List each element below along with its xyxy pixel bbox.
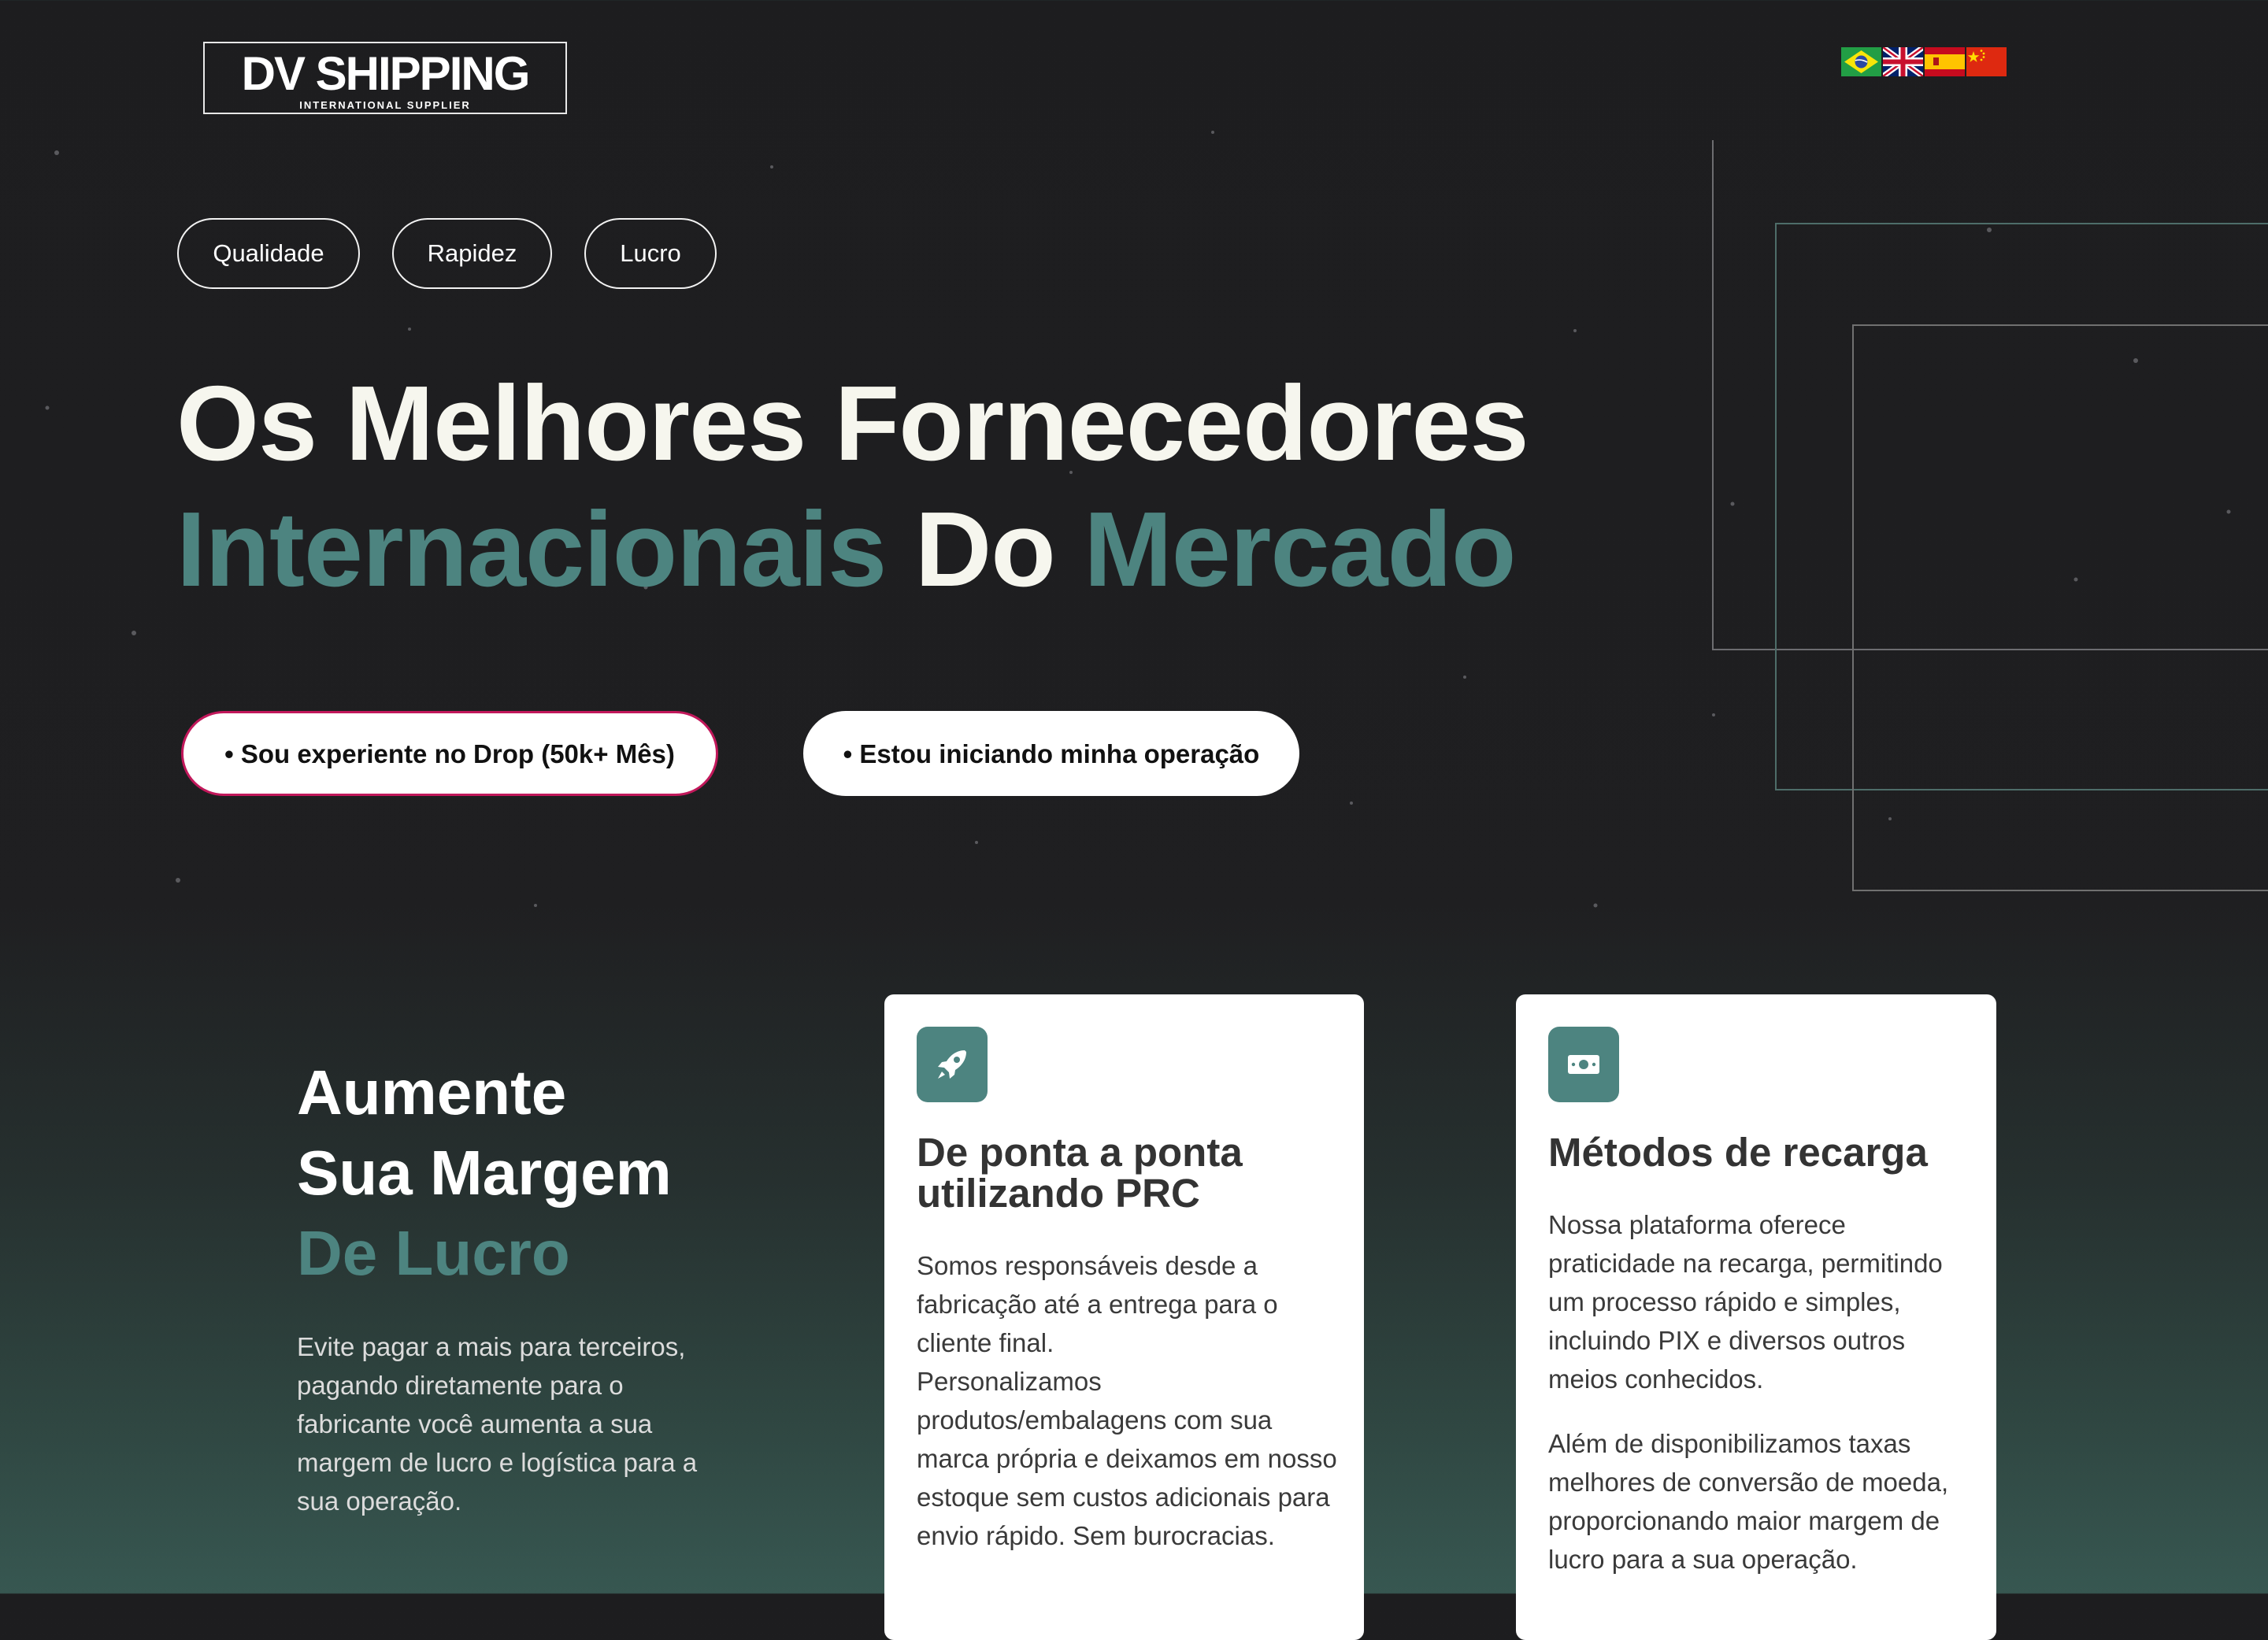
tag-qualidade[interactable]: Qualidade [177,218,360,289]
card-description: Nossa plataforma oferece praticidade na … [1548,1210,1943,1394]
card-description: Além de disponibilizamos taxas melhores … [1548,1429,1949,1574]
spain-flag-icon[interactable] [1925,47,1965,76]
headline-word-internacionais: Internacionais [176,490,887,609]
brazil-flag-icon[interactable] [1841,47,1881,76]
card-description: Somos responsáveis desde a fabricação at… [917,1251,1337,1550]
headline-word-mercado: Mercado [1084,490,1516,609]
language-switcher [1841,47,2007,77]
rocket-icon [917,1027,988,1102]
feature-card-recharge: Métodos de recarga Nossa plataforma ofer… [1516,994,1996,1640]
margin-section-title: Aumente Sua Margem De Lucro [297,1053,672,1294]
decorative-frame [1712,140,2268,650]
decorative-frame [1852,324,2268,891]
margin-title-line-2: Sua Margem [297,1138,672,1208]
money-bill-icon [1548,1027,1619,1102]
headline-line-1: Os Melhores Fornecedores [176,364,1529,483]
beginner-operation-button[interactable]: • Estou iniciando minha operação [803,711,1299,796]
feature-card-prc: De ponta a ponta utilizando PRC Somos re… [884,994,1364,1640]
card-title: Métodos de recarga [1548,1130,1928,1175]
tag-rapidez[interactable]: Rapidez [392,218,552,289]
site-logo[interactable]: DV SHIPPING INTERNATIONAL SUPPLIER [203,42,567,114]
tag-lucro[interactable]: Lucro [584,218,717,289]
headline-word-do: Do [914,490,1056,609]
hero-headline: Os Melhores Fornecedores Internacionais … [176,361,1529,613]
experienced-dropshipper-button[interactable]: • Sou experiente no Drop (50k+ Mês) [181,711,718,796]
uk-flag-icon[interactable] [1883,47,1923,76]
margin-title-line-3: De Lucro [297,1218,570,1288]
decorative-frame [1775,223,2268,790]
margin-section-description: Evite pagar a mais para terceiros, pagan… [297,1332,698,1516]
china-flag-icon[interactable] [1966,47,2007,76]
card-title: De ponta a ponta utilizando PRC [917,1130,1243,1216]
margin-title-line-1: Aumente [297,1057,567,1127]
logo-wordmark: DV SHIPPING [241,47,531,100]
logo-tagline: INTERNATIONAL SUPPLIER [299,99,471,111]
